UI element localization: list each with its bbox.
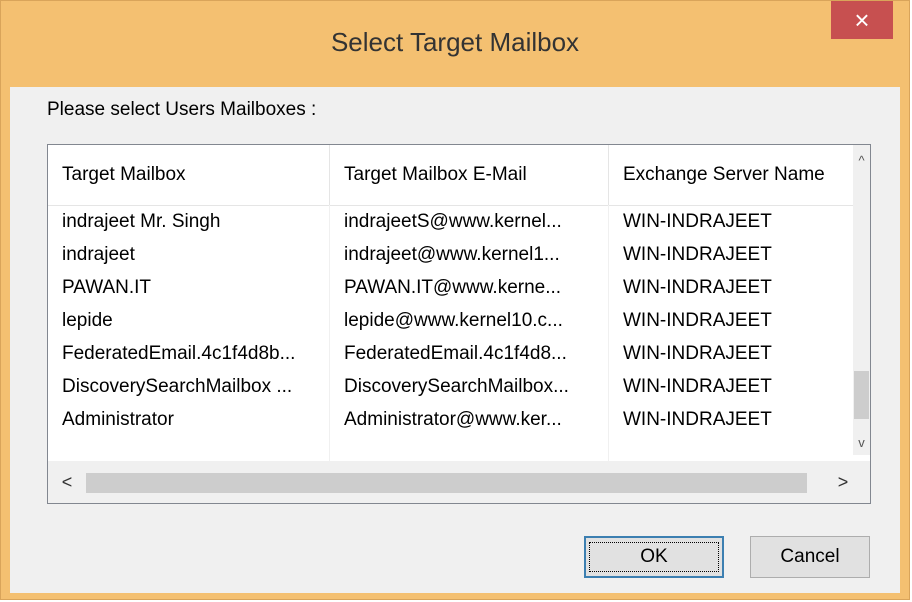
scroll-right-icon[interactable]: >	[828, 461, 858, 503]
cell-server: WIN-INDRAJEET	[623, 211, 772, 232]
vertical-scrollbar[interactable]: ^ v	[853, 145, 870, 455]
column-header-exchange-server[interactable]: Exchange Server Name	[609, 145, 856, 205]
cell-server: WIN-INDRAJEET	[623, 343, 772, 364]
cancel-button[interactable]: Cancel	[750, 536, 870, 578]
dialog-title: Select Target Mailbox	[330, 27, 580, 57]
list-rows: indrajeet Mr. Singh indrajeetS@www.kerne…	[48, 205, 856, 469]
list-header: Target Mailbox Target Mailbox E-Mail Exc…	[48, 145, 856, 206]
ok-button-label: OK	[589, 542, 719, 572]
cell-email: Administrator@www.ker...	[330, 403, 609, 436]
horizontal-scrollbar[interactable]: < >	[48, 461, 870, 503]
table-row[interactable]: indrajeet indrajeet@www.kernel1... WIN-I…	[48, 238, 856, 271]
cell-mailbox: indrajeet Mr. Singh	[48, 205, 330, 238]
cell-email: DiscoverySearchMailbox...	[330, 370, 609, 403]
mailbox-list[interactable]: Target Mailbox Target Mailbox E-Mail Exc…	[47, 144, 871, 504]
title-bar[interactable]: Select Target Mailbox ×	[1, 1, 909, 87]
cell-server: WIN-INDRAJEET	[623, 310, 772, 331]
cell-email: PAWAN.IT@www.kerne...	[330, 271, 609, 304]
prompt-label: Please select Users Mailboxes :	[47, 99, 317, 120]
ok-button[interactable]: OK	[584, 536, 724, 578]
close-button[interactable]: ×	[831, 1, 893, 39]
cell-mailbox: FederatedEmail.4c1f4d8b...	[48, 337, 330, 370]
cell-server: WIN-INDRAJEET	[623, 409, 772, 430]
dialog-window: Select Target Mailbox × Please select Us…	[0, 0, 910, 600]
table-row[interactable]: lepide lepide@www.kernel10.c... WIN-INDR…	[48, 304, 856, 337]
cell-server: WIN-INDRAJEET	[623, 277, 772, 298]
vertical-scroll-thumb[interactable]	[854, 371, 869, 419]
table-row[interactable]: DiscoverySearchMailbox ... DiscoverySear…	[48, 370, 856, 403]
cell-mailbox: PAWAN.IT	[48, 271, 330, 304]
scroll-up-icon[interactable]: ^	[853, 151, 870, 171]
cell-mailbox: DiscoverySearchMailbox ...	[48, 370, 330, 403]
cell-server: WIN-INDRAJEET	[623, 376, 772, 397]
dialog-client-area: Please select Users Mailboxes : Target M…	[10, 87, 900, 593]
close-icon: ×	[854, 5, 870, 35]
cell-email: indrajeet@www.kernel1...	[330, 238, 609, 271]
cell-mailbox: indrajeet	[48, 238, 330, 271]
scroll-down-icon[interactable]: v	[853, 433, 870, 453]
cell-mailbox: Administrator	[48, 403, 330, 436]
horizontal-scroll-thumb[interactable]	[86, 473, 807, 493]
cell-email: FederatedEmail.4c1f4d8...	[330, 337, 609, 370]
cell-mailbox: lepide	[48, 304, 330, 337]
cell-server: WIN-INDRAJEET	[623, 244, 772, 265]
table-row[interactable]: FederatedEmail.4c1f4d8b... FederatedEmai…	[48, 337, 856, 370]
cell-email: lepide@www.kernel10.c...	[330, 304, 609, 337]
table-row[interactable]: Administrator Administrator@www.ker... W…	[48, 403, 856, 436]
cell-email: indrajeetS@www.kernel...	[330, 205, 609, 238]
column-header-target-mailbox[interactable]: Target Mailbox	[48, 145, 330, 205]
scroll-left-icon[interactable]: <	[52, 461, 82, 503]
table-row[interactable]: PAWAN.IT PAWAN.IT@www.kerne... WIN-INDRA…	[48, 271, 856, 304]
column-header-target-email[interactable]: Target Mailbox E-Mail	[330, 145, 609, 205]
table-row[interactable]: indrajeet Mr. Singh indrajeetS@www.kerne…	[48, 205, 856, 238]
